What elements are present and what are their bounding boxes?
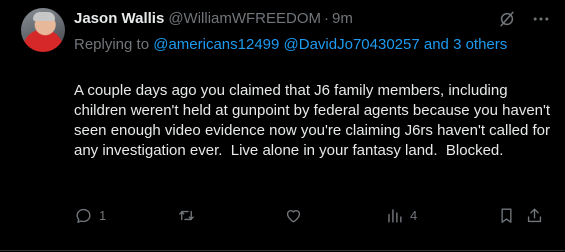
reply-count: 1: [99, 207, 107, 223]
separator-dot: ·: [324, 10, 330, 27]
retweet-button[interactable]: [177, 203, 202, 227]
reply-icon: [76, 208, 91, 223]
display-name[interactable]: Jason Wallis: [74, 10, 164, 27]
tweet-header: Jason Wallis @WilliamWFREEDOM · 9m: [74, 9, 353, 29]
views-button[interactable]: 4: [385, 203, 417, 227]
bookmark-icon: [501, 207, 512, 223]
views-icon: [388, 208, 402, 223]
more-icon[interactable]: [531, 9, 551, 29]
grok-icon[interactable]: [497, 9, 517, 29]
like-button[interactable]: [284, 203, 309, 227]
tweet[interactable]: Jason Wallis @WilliamWFREEDOM · 9m Replying…: [0, 0, 565, 252]
mention-davidjo70430257[interactable]: @DavidJo70430257: [284, 36, 420, 53]
like-icon: [286, 209, 301, 223]
mention-americans12499[interactable]: @americans12499: [153, 36, 279, 53]
views-count: 4: [410, 207, 418, 223]
divider: [0, 250, 565, 251]
share-button[interactable]: [525, 203, 544, 227]
retweet-icon: [179, 210, 194, 220]
user-handle[interactable]: @WilliamWFREEDOM: [168, 10, 321, 27]
replying-prefix: Replying to: [74, 36, 154, 53]
avatar-hat: [33, 12, 55, 21]
tweet-text: A couple days ago you claimed that J6 fa…: [74, 82, 555, 159]
timestamp[interactable]: 9m: [332, 10, 353, 27]
action-bar: 1 4: [74, 203, 554, 227]
reply-button[interactable]: 1: [74, 203, 106, 227]
share-icon: [527, 207, 542, 222]
avatar[interactable]: [21, 8, 65, 52]
mention-others[interactable]: and 3 others: [424, 36, 507, 53]
replying-to: Replying to @americans12499 @DavidJo7043…: [74, 35, 544, 55]
bookmark-button[interactable]: [497, 203, 516, 227]
